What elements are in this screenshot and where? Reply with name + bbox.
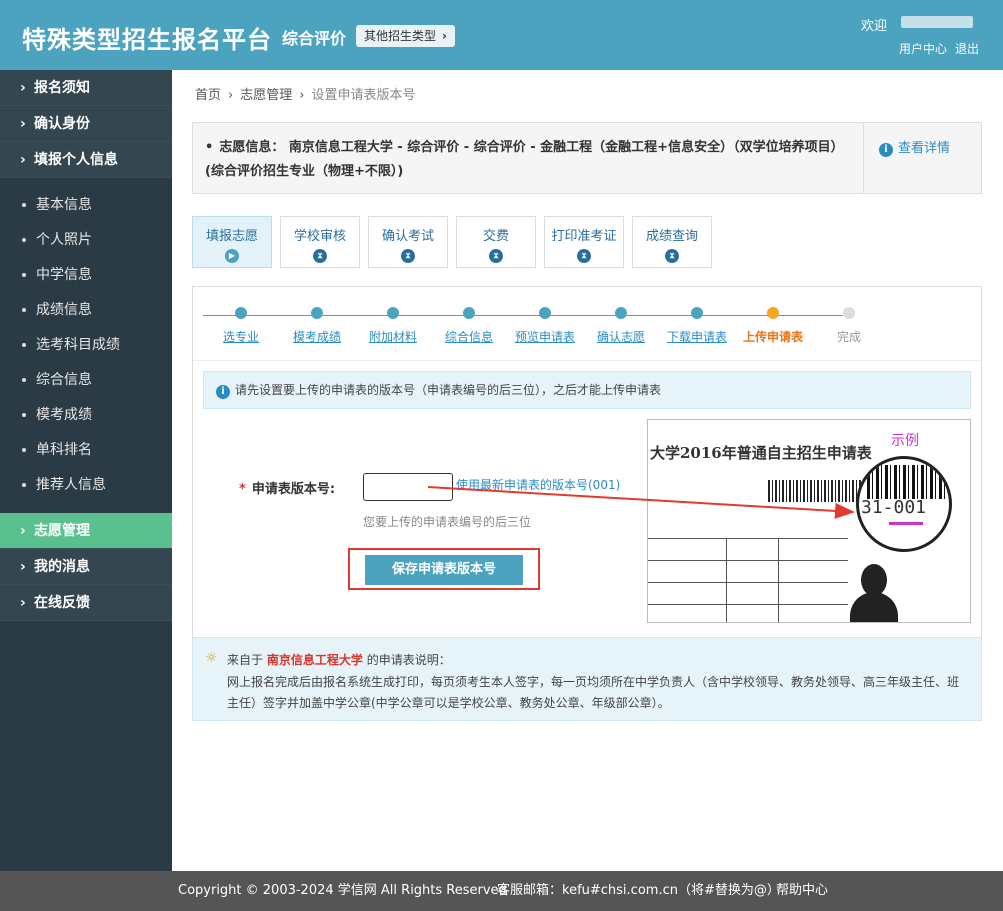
chevron-right-icon: › [20,523,26,539]
chevron-right-icon: › [20,559,26,575]
sidebar-item-scores[interactable]: 成绩信息 [0,293,172,328]
hourglass-icon: ⧗ [489,249,503,263]
explanation-body: 网上报名完成后由报名系统生成打印，每页须考生本人签字，每一页均须所在中学负责人（… [227,675,960,710]
chevron-right-icon: › [20,80,26,96]
sidebar: › 报名须知 › 确认身份 › 填报个人信息 基本信息 个人照片 中学信息 成绩信息 … [0,70,172,871]
chevron-right-icon: › [442,29,447,43]
sidebar-item-personal-info[interactable]: › 填报个人信息 [0,142,172,178]
platform-title[interactable]: 特殊类型招生报名平台 [22,20,272,55]
save-highlight-box: 保存申请表版本号 [348,548,540,590]
support-email: 客服邮箱：kefu#chsi.com.cn（将#替换为@） [497,883,780,898]
help-center-link[interactable]: 帮助中心 [776,871,828,911]
hourglass-icon: ⧗ [665,249,679,263]
tab-fill-application[interactable]: 填报志愿 ▶ [192,216,272,268]
application-info: • 志愿信息： 南京信息工程大学 - 综合评价 - 综合评价 - 金融工程（金融工… [205,140,844,179]
sidebar-item-school-info[interactable]: 中学信息 [0,258,172,293]
tab-school-review[interactable]: 学校审核 ⧗ [280,216,360,268]
bullet-icon [22,203,26,207]
version-label: * 申请表版本号: [239,482,336,497]
sample-table [648,538,970,622]
chevron-right-icon: › [20,152,26,168]
bullet-icon: • [205,140,214,155]
sidebar-item-basic-info[interactable]: 基本信息 [0,188,172,223]
save-version-button[interactable]: 保存申请表版本号 [365,555,523,585]
version-notice: i 请先设置要上传的申请表的版本号（申请表编号的后三位），之后才能上传申请表 [203,371,971,409]
tab-confirm-exam[interactable]: 确认考试 ⧗ [368,216,448,268]
bullet-icon [22,413,26,417]
main-content: 首页 › 志愿管理 › 设置申请表版本号 • 志愿信息： 南京信息工程大学 - 综合评价 … [172,70,1003,871]
sidebar-item-feedback[interactable]: › 在线反馈 [0,585,172,621]
bullet-icon [22,343,26,347]
sample-title: 大学2016年普通自主招生申请表 [650,444,872,462]
bullet-icon [22,238,26,242]
footer: Copyright © 2003-2024 学信网 All Rights Res… [0,871,1003,911]
application-info-box: • 志愿信息： 南京信息工程大学 - 综合评价 - 综合评价 - 金融工程（金融工… [192,122,982,194]
copyright: Copyright © 2003-2024 学信网 All Rights Res… [178,883,507,898]
sample-tag: 示例 [891,433,919,449]
sidebar-item-mock-scores[interactable]: 模考成绩 [0,398,172,433]
top-header: 特殊类型招生报名平台 综合评价 其他招生类型 › 欢迎 用户中心 退出 [0,0,1003,70]
bullet-icon [22,483,26,487]
sidebar-item-referee-info[interactable]: 推荐人信息 [0,468,172,503]
sidebar-item-elective-scores[interactable]: 选考科目成绩 [0,328,172,363]
sidebar-item-messages[interactable]: › 我的消息 [0,549,172,585]
step-finish: 完成 [804,307,894,345]
lightbulb-icon: ☼ [205,650,218,666]
required-mark: * [239,482,246,497]
bullet-icon [22,448,26,452]
hourglass-icon: ⧗ [313,249,327,263]
sample-code: 31-001 [861,497,927,518]
bullet-icon [22,273,26,277]
sidebar-item-comprehensive-info[interactable]: 综合信息 [0,363,172,398]
step-progress: 选专业 模考成绩 附加材料 综合信息 预览申请表 确认志愿 下载申请表 上传申请… [193,287,981,361]
chevron-right-icon: › [20,116,26,132]
chevron-right-icon: › [299,88,305,103]
other-types-button[interactable]: 其他招生类型 › [356,25,455,47]
view-details-link[interactable]: i 查看详情 [879,137,950,157]
sidebar-item-confirm-identity[interactable]: › 确认身份 [0,106,172,142]
tab-payment[interactable]: 交费 ⧗ [456,216,536,268]
bullet-icon [22,308,26,312]
info-icon: i [879,143,893,157]
hourglass-icon: ⧗ [401,249,415,263]
sidebar-item-notice[interactable]: › 报名须知 [0,70,172,106]
breadcrumb: 首页 › 志愿管理 › 设置申请表版本号 [195,84,415,103]
tab-print-admission[interactable]: 打印准考证 ⧗ [544,216,624,268]
chevron-right-icon: › [228,88,234,103]
divider [863,123,864,193]
breadcrumb-current: 设置申请表版本号 [311,88,416,103]
barcode-icon [867,465,947,499]
school-name: 南京信息工程大学 [266,653,363,667]
sidebar-item-application-management[interactable]: › 志愿管理 [0,513,172,549]
magnifier-icon: 31-001 [856,456,952,552]
play-icon: ▶ [225,249,239,263]
welcome-text: 欢迎 [861,19,888,34]
version-hint: 您要上传的申请表编号的后三位 [363,515,532,529]
tab-score-query[interactable]: 成绩查询 ⧗ [632,216,712,268]
form-explanation: ☼ 来自于 南京信息工程大学 的申请表说明： 网上报名完成后由报名系统生成打印，… [192,637,982,721]
bullet-icon [22,378,26,382]
breadcrumb-home[interactable]: 首页 [195,88,221,103]
info-icon: i [216,385,230,399]
breadcrumb-application[interactable]: 志愿管理 [240,88,292,103]
sidebar-item-photo[interactable]: 个人照片 [0,223,172,258]
portrait-icon [848,560,900,622]
user-center-link[interactable]: 用户中心 [899,42,947,56]
sample-form-image: 大学2016年普通自主招生申请表 示例 31-001 [647,419,971,623]
sidebar-submenu: 基本信息 个人照片 中学信息 成绩信息 选考科目成绩 综合信息 模考成绩 单科排… [0,178,172,513]
top-links: 用户中心 退出 [899,40,987,57]
version-input[interactable] [363,473,453,501]
chevron-right-icon: › [20,595,26,611]
other-types-label: 其他招生类型 [364,29,437,43]
hourglass-icon: ⧗ [577,249,591,263]
sidebar-item-subject-rank[interactable]: 单科排名 [0,433,172,468]
use-latest-version-link[interactable]: 使用最新申请表的版本号(001) [456,476,620,493]
enroll-type-label: 综合评价 [282,29,347,48]
username-redacted [901,16,973,28]
logout-link[interactable]: 退出 [955,42,979,56]
